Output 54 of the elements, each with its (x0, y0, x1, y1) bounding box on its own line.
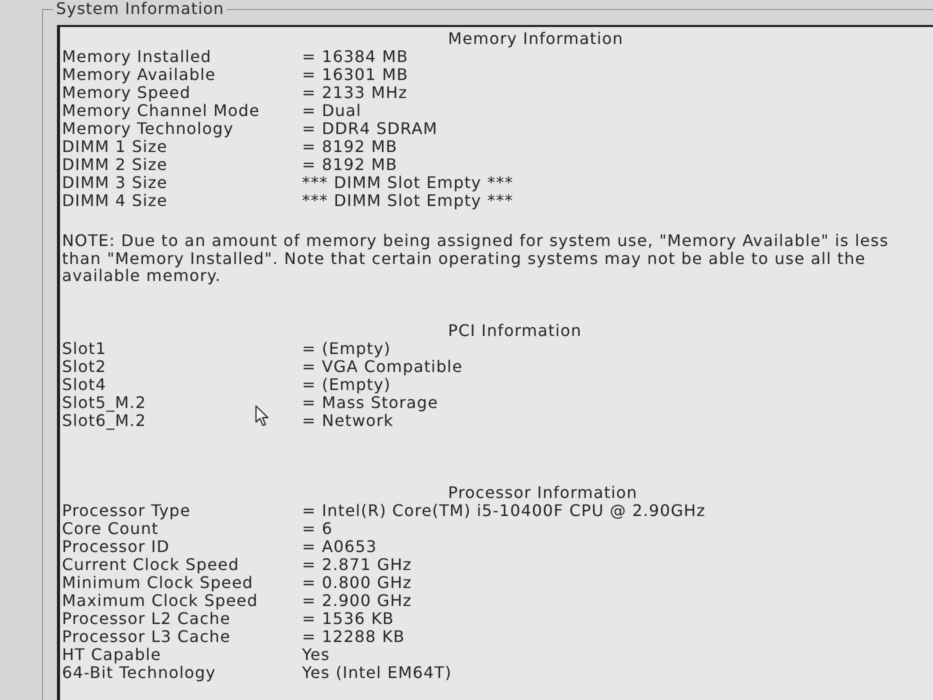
field-label: Processor ID (62, 538, 170, 556)
field-label: Maximum Clock Speed (62, 592, 258, 610)
field-label: Memory Technology (62, 120, 234, 138)
field-value: = 12288 KB (302, 628, 405, 646)
field-value: = 16384 MB (302, 48, 408, 66)
field-value: = 2133 MHz (302, 84, 408, 102)
field-value: = 1536 KB (302, 610, 394, 628)
field-label: Slot1 (62, 340, 106, 358)
field-value: = Intel(R) Core(TM) i5-10400F CPU @ 2.90GHz (302, 502, 706, 520)
field-label: Memory Channel Mode (62, 102, 260, 120)
field-value: = 8192 MB (302, 138, 398, 156)
group-title: System Information (55, 0, 226, 18)
field-label: Processor L3 Cache (62, 628, 231, 646)
field-value: = VGA Compatible (302, 358, 463, 376)
field-label: HT Capable (62, 646, 162, 664)
section-heading: Processor Information (448, 484, 638, 502)
field-label: Core Count (62, 520, 159, 538)
field-label: Slot2 (62, 358, 106, 376)
field-label: Minimum Clock Speed (62, 574, 254, 592)
field-value: = Dual (302, 102, 362, 120)
section-heading: Memory Information (448, 30, 624, 48)
field-value: *** DIMM Slot Empty *** (302, 174, 514, 192)
field-label: 64-Bit Technology (62, 664, 216, 682)
field-value: = 8192 MB (302, 156, 398, 174)
field-label: DIMM 1 Size (62, 138, 168, 156)
field-label: Slot6_M.2 (62, 412, 146, 430)
field-value: = 0.800 GHz (302, 574, 412, 592)
field-value: = (Empty) (302, 376, 391, 394)
section-heading: PCI Information (448, 322, 582, 340)
field-label: Memory Speed (62, 84, 191, 102)
field-value: = DDR4 SDRAM (302, 120, 438, 138)
field-value: = Network (302, 412, 394, 430)
field-label: Memory Installed (62, 48, 212, 66)
field-label: DIMM 2 Size (62, 156, 168, 174)
field-value: = A0653 (302, 538, 378, 556)
field-value: = 16301 MB (302, 66, 408, 84)
field-value: = 6 (302, 520, 333, 538)
field-value: = (Empty) (302, 340, 391, 358)
field-value: = 2.900 GHz (302, 592, 412, 610)
field-label: Processor Type (62, 502, 191, 520)
note-text: NOTE: Due to an amount of memory being assigned for system use, "Memory Available" is less than "Memory Installed". Note that certain operating systems may not be able to use all the available memory. (62, 232, 890, 284)
field-label: DIMM 3 Size (62, 174, 168, 192)
mouse-pointer-icon (255, 405, 269, 427)
field-label: Slot5_M.2 (62, 394, 146, 412)
field-value: Yes (Intel EM64T) (302, 664, 452, 682)
field-label: DIMM 4 Size (62, 192, 168, 210)
field-value: = 2.871 GHz (302, 556, 412, 574)
field-value: Yes (302, 646, 330, 664)
field-value: = Mass Storage (302, 394, 438, 412)
field-value: *** DIMM Slot Empty *** (302, 192, 514, 210)
field-label: Processor L2 Cache (62, 610, 231, 628)
field-label: Current Clock Speed (62, 556, 240, 574)
field-label: Slot4 (62, 376, 106, 394)
field-label: Memory Available (62, 66, 216, 84)
